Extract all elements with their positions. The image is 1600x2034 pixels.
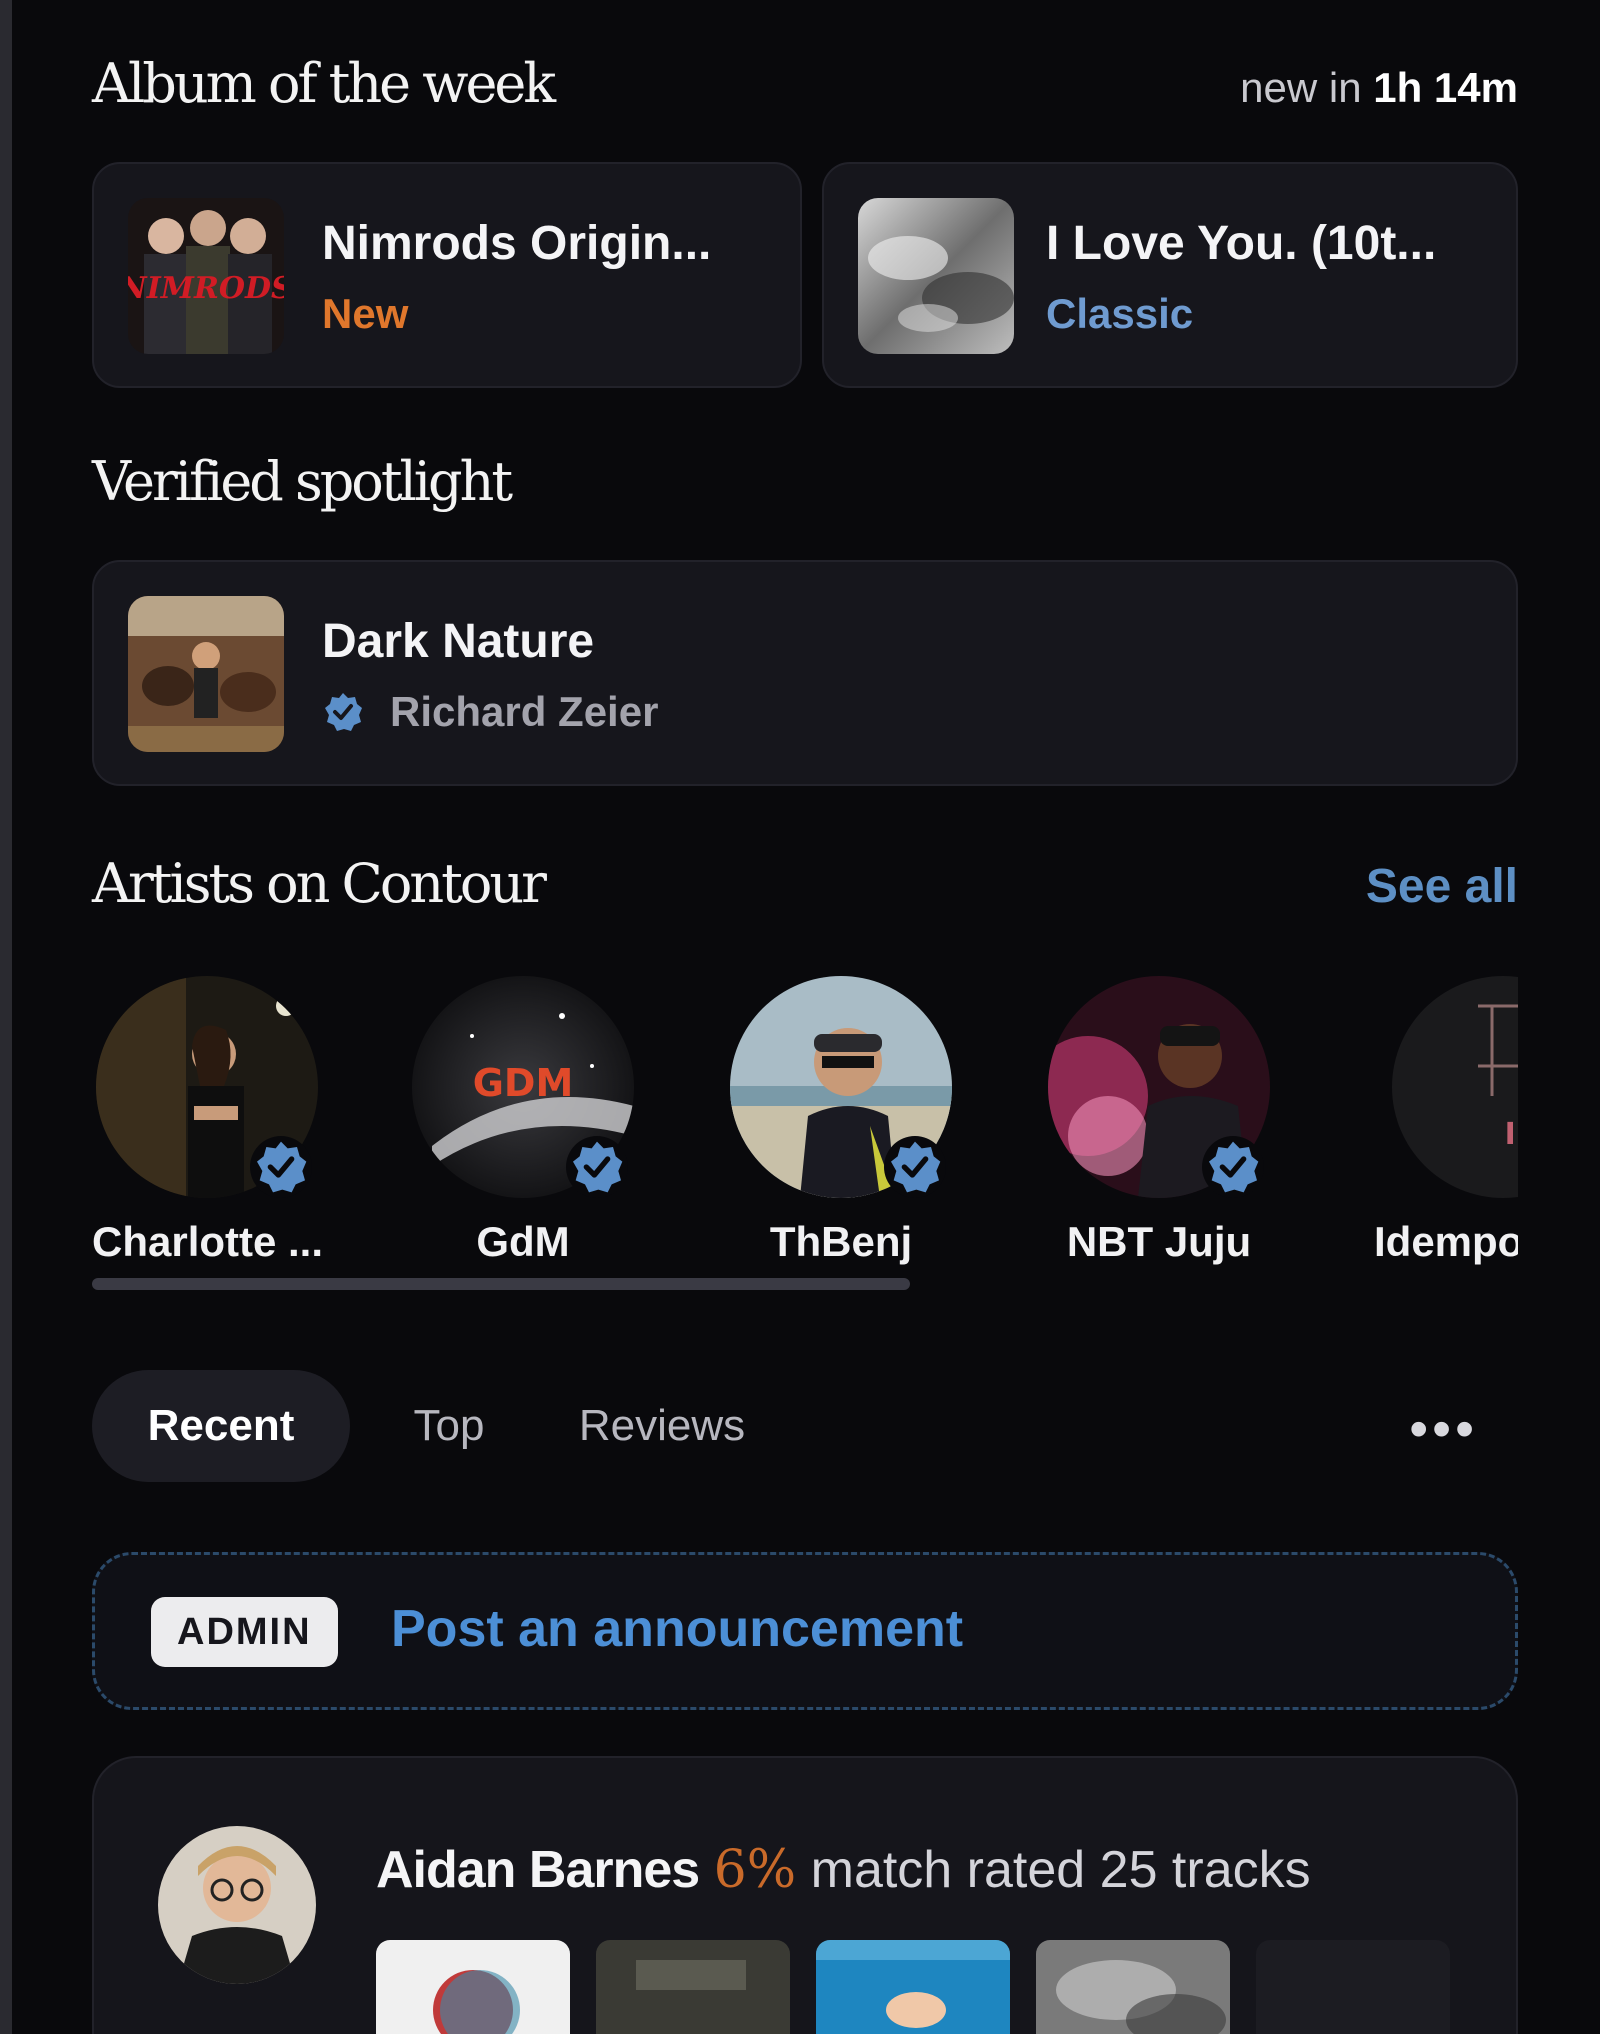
album-cover-nimrods: NIMRODS [128,198,284,354]
admin-badge: ADMIN [151,1597,338,1667]
feed-page: Album of the week new in 1h 14m NIMRODS … [12,0,1600,2034]
spotlight-header: Verified spotlight [92,450,1518,513]
verified-icon [250,1136,312,1198]
album-of-week-header: Album of the week new in 1h 14m [92,52,1518,115]
artist-name: ThBenj [769,1218,913,1265]
post-headline: Aidan Barnes 6% match rated 25 tracks [376,1840,1311,1900]
tab-top[interactable]: Top [384,1370,514,1482]
artists-scrollbar[interactable] [92,1278,910,1290]
window-edge [0,0,12,2034]
album-tag-classic: Classic [1046,290,1194,337]
spotlight-artist[interactable]: Richard Zeier [322,688,658,736]
album-card-classic[interactable]: I Love You. (10t... Classic [822,162,1518,388]
artist-avatar: I AM [1392,976,1518,1198]
album-card-new[interactable]: NIMRODS Nimrods Origin... New [92,162,802,388]
verified-icon [1202,1136,1264,1198]
verified-icon [566,1136,628,1198]
artist-item[interactable]: Charlotte ... [92,976,324,1266]
album-tag-new: New [322,290,409,337]
countdown-value: 1h 14m [1373,64,1518,111]
idempo-logo-text: I AM [1505,1117,1518,1152]
artist-name: GdM [476,1218,570,1265]
album-title: Nimrods Origin... [322,217,712,270]
user-avatar[interactable] [158,1826,316,1984]
post-action-text: match rated 25 tracks [810,1841,1311,1899]
tab-recent[interactable]: Recent [92,1370,350,1482]
album-cover-i-love-you [858,198,1014,354]
spotlight-cover [128,596,284,752]
verified-icon [884,1136,946,1198]
album-of-week-title: Album of the week [92,52,556,115]
artists-header: Artists on Contour See all [92,852,1518,915]
artist-item[interactable]: GDM GdM [408,976,638,1266]
track-thumbnail[interactable] [376,1940,570,2034]
spotlight-card[interactable]: Dark Nature Richard Zeier [92,560,1518,786]
tab-reviews[interactable]: Reviews [554,1370,770,1482]
track-thumbnail[interactable] [816,1940,1010,2034]
feed-post[interactable]: Aidan Barnes 6% match rated 25 tracks [92,1756,1518,2034]
spotlight-album-title: Dark Nature [322,615,595,668]
see-all-link[interactable]: See all [1366,859,1518,914]
announcement-box[interactable]: ADMIN Post an announcement [92,1552,1518,1710]
track-thumbnail[interactable] [1036,1940,1230,2034]
countdown-prefix: new in [1240,64,1362,111]
album-title: I Love You. (10t... [1046,217,1437,270]
verified-icon [322,691,364,733]
spotlight-artist-name: Richard Zeier [390,688,659,735]
artist-name: Charlotte ... [92,1218,324,1265]
more-tracks-thumbnail[interactable] [1256,1940,1450,2034]
post-username[interactable]: Aidan Barnes [376,1841,700,1899]
artist-name: NBT Juju [1066,1218,1252,1265]
spotlight-title: Verified spotlight [92,450,513,513]
track-thumbnail[interactable] [596,1940,790,2034]
artist-name: Idempo [1374,1218,1518,1265]
artist-item[interactable]: ThBenj [726,976,956,1266]
feed-tabs: Recent Top Reviews ••• [92,1370,1518,1482]
post-announcement-link[interactable]: Post an announcement [391,1599,963,1659]
match-percent: 6% [713,1840,797,1900]
nimrods-logo-text: NIMRODS [128,271,284,306]
artists-title: Artists on Contour [92,852,547,915]
gdm-logo-text: GDM [473,1061,574,1105]
artist-item[interactable]: NBT Juju [1044,976,1274,1266]
artist-item[interactable]: I AM Idempo [1362,976,1518,1276]
more-options-icon[interactable]: ••• [1409,1398,1478,1460]
countdown: new in 1h 14m [1240,64,1518,112]
